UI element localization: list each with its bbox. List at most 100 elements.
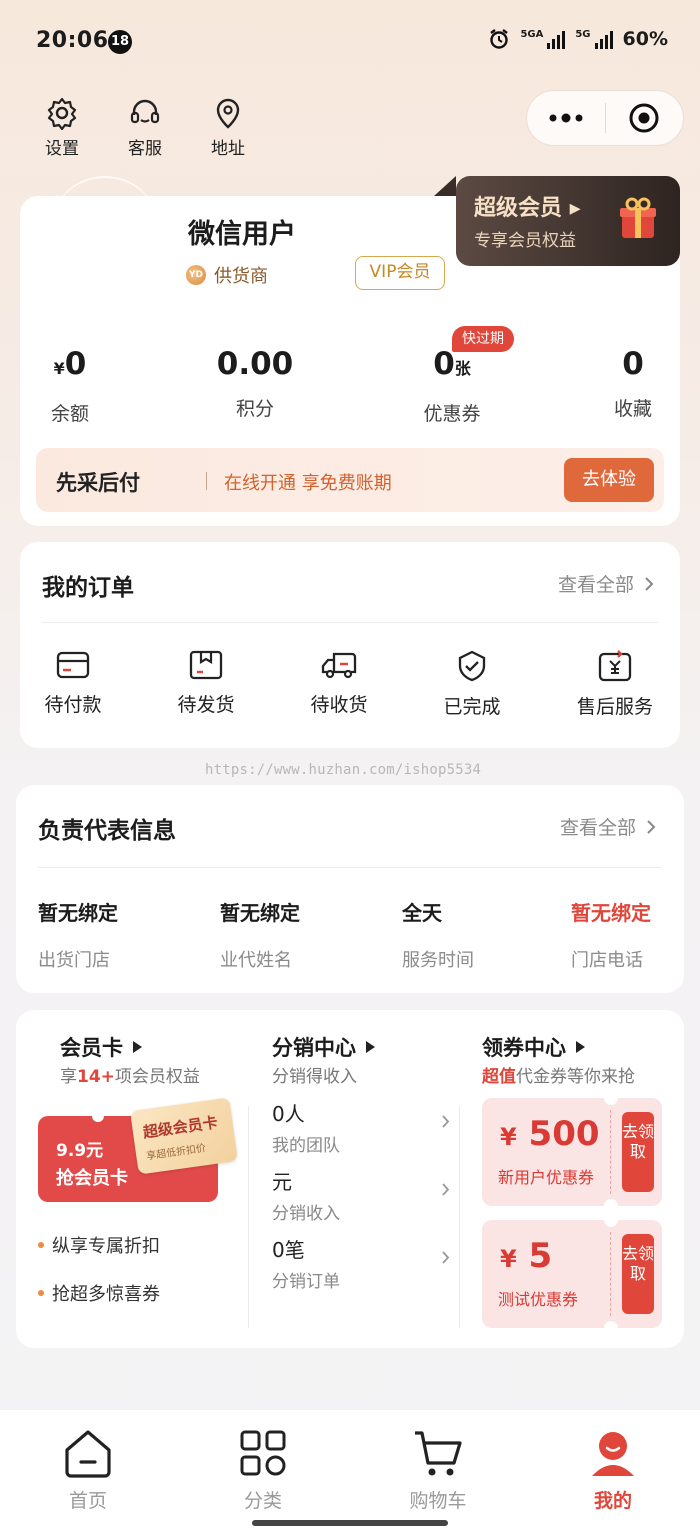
- rep-agent-name: 暂无绑定 业代姓名: [220, 901, 300, 971]
- package-icon: [189, 650, 223, 680]
- order-after-sales[interactable]: 售后服务: [560, 650, 670, 719]
- distribution-title[interactable]: 分销中心: [272, 1032, 375, 1062]
- representative-divider: [38, 867, 662, 868]
- truck-icon: [321, 652, 357, 679]
- shield-check-icon: [458, 650, 486, 682]
- coupon-claim-button[interactable]: 去领取: [622, 1234, 654, 1314]
- vip-tag[interactable]: VIP会员: [355, 256, 445, 290]
- order-completed[interactable]: 已完成: [417, 650, 527, 719]
- stat-points[interactable]: 0.00 积分: [205, 344, 305, 421]
- tab-home[interactable]: 首页: [28, 1428, 148, 1513]
- orders-title: 我的订单: [42, 575, 134, 601]
- tab-category[interactable]: 分类: [203, 1428, 323, 1513]
- representative-view-all[interactable]: 查看全部: [560, 813, 656, 840]
- user-role: YD 供货商: [186, 262, 268, 288]
- member-card-title[interactable]: 会员卡: [60, 1032, 142, 1062]
- card-icon: [56, 651, 90, 679]
- coupon-center-title[interactable]: 领券中心: [482, 1032, 585, 1062]
- chevron-right-icon: [442, 1251, 450, 1264]
- grid-icon: [240, 1430, 286, 1476]
- pay-later-banner[interactable]: 先采后付 在线开通 享免费账期 去体验: [36, 448, 664, 512]
- super-vip-card-sticker: 超级会员卡 享超低折扣价: [130, 1097, 238, 1175]
- services-card: 会员卡 享14+项会员权益 9.9元 抢会员卡 超级会员卡 享超低折扣价 纵享专…: [16, 1010, 684, 1348]
- user-icon: [592, 1432, 634, 1476]
- orders-card: 我的订单 查看全部 待付款 待发货 待收货 已完成 售后服务: [20, 542, 680, 748]
- coupon-dashed-divider: [610, 1110, 611, 1194]
- super-vip-subtitle: 专享会员权益: [474, 231, 576, 251]
- distribution-team[interactable]: 0人 我的团队: [272, 1098, 450, 1156]
- order-pending-shipment[interactable]: 待发货: [151, 650, 261, 717]
- cart-icon: [415, 1431, 462, 1476]
- pay-later-brand: 先采后付: [56, 471, 140, 495]
- rep-store-phone[interactable]: 暂无绑定 门店电话: [571, 897, 651, 972]
- coupon-center-subtitle: 超值代金券等你来抢: [482, 1067, 635, 1087]
- expiring-badge: 快过期: [452, 326, 514, 352]
- pay-later-separator: [206, 472, 207, 490]
- coupon-amount: ¥ 5: [500, 1236, 553, 1276]
- coupon-name: 新用户优惠券: [498, 1168, 595, 1187]
- coupon-amount: ¥ 500: [500, 1114, 600, 1154]
- more-menu-button[interactable]: [527, 91, 605, 145]
- distribution-income[interactable]: 元 分销收入: [272, 1166, 450, 1224]
- status-time: 20:06: [36, 28, 109, 53]
- customer-service-button[interactable]: 客服: [113, 96, 177, 159]
- watermark-text: https://www.huzhan.com/ishop5534: [205, 762, 482, 778]
- coupon-notch: [604, 1199, 618, 1213]
- gear-icon: [47, 97, 77, 130]
- representative-card: 负责代表信息 查看全部 暂无绑定 出货门店 暂无绑定 业代姓名 全天 服务时间 …: [16, 785, 684, 993]
- tab-cart[interactable]: 购物车: [378, 1428, 498, 1513]
- pay-later-text: 在线开通 享免费账期: [224, 473, 392, 494]
- coupon-notch: [604, 1213, 618, 1227]
- tab-mine[interactable]: 我的: [553, 1428, 673, 1513]
- supplier-badge-icon: YD: [186, 265, 206, 285]
- distribution-orders[interactable]: 0笔 分销订单: [272, 1234, 450, 1292]
- banner-flap: [434, 176, 456, 196]
- home-icon: [65, 1430, 111, 1478]
- user-name: 微信用户: [188, 219, 296, 250]
- orders-view-all[interactable]: 查看全部: [558, 570, 654, 597]
- close-program-button[interactable]: [606, 91, 684, 145]
- coupon-notch: [604, 1321, 618, 1335]
- coupon-test[interactable]: ¥ 5 测试优惠券 去领取: [482, 1213, 662, 1335]
- stat-balance[interactable]: ¥0 余额: [44, 344, 96, 426]
- target-close-icon: [629, 103, 659, 133]
- home-indicator: [252, 1520, 448, 1526]
- coupon-notch: [604, 1091, 618, 1105]
- coupon-new-user[interactable]: ¥ 500 新用户优惠券 去领取: [482, 1091, 662, 1213]
- notification-badge: 18: [108, 30, 132, 54]
- bullet-dot-icon: [38, 1290, 44, 1296]
- perk-item: 纵享专属折扣: [38, 1232, 160, 1258]
- coupon-dashed-divider: [610, 1232, 611, 1316]
- customer-service-label: 客服: [128, 139, 162, 159]
- order-pending-receipt[interactable]: 待收货: [284, 650, 394, 717]
- stat-favorites[interactable]: 0 收藏: [606, 344, 660, 421]
- representative-title: 负责代表信息: [38, 818, 176, 844]
- chevron-right-icon: [645, 576, 654, 591]
- order-pending-payment[interactable]: 待付款: [18, 650, 128, 717]
- settings-button[interactable]: 设置: [30, 96, 94, 159]
- ticket-notch: [92, 1110, 104, 1122]
- super-vip-banner[interactable]: 超级会员 ▸ 专享会员权益: [434, 176, 680, 266]
- member-card-price: 9.9元: [56, 1141, 104, 1161]
- settings-label: 设置: [45, 139, 79, 159]
- mini-program-capsule: [526, 90, 684, 146]
- rep-service-hours: 全天 服务时间: [402, 901, 474, 971]
- avatar[interactable]: [50, 176, 160, 286]
- signal-icon-1: 5GA: [520, 29, 566, 49]
- coupon-claim-button[interactable]: 去领取: [622, 1112, 654, 1192]
- location-pin-icon: [216, 98, 240, 129]
- column-divider: [459, 1106, 460, 1328]
- status-indicators: 5GA 5G 60%: [488, 28, 668, 50]
- orders-divider: [42, 622, 658, 623]
- rep-store: 暂无绑定 出货门店: [38, 901, 118, 971]
- perk-item: 抢超多惊喜券: [38, 1280, 160, 1306]
- headset-icon: [130, 99, 160, 124]
- alarm-icon: [490, 29, 509, 49]
- chevron-right-icon: [442, 1115, 450, 1128]
- chevron-right-icon: [647, 819, 656, 834]
- address-button[interactable]: 地址: [196, 96, 260, 159]
- signal-icon-2: 5G: [575, 29, 613, 49]
- pay-later-button[interactable]: 去体验: [564, 458, 654, 502]
- stat-coupons[interactable]: 0张 优惠券: [410, 344, 494, 426]
- super-vip-title: 超级会员 ▸: [474, 196, 581, 221]
